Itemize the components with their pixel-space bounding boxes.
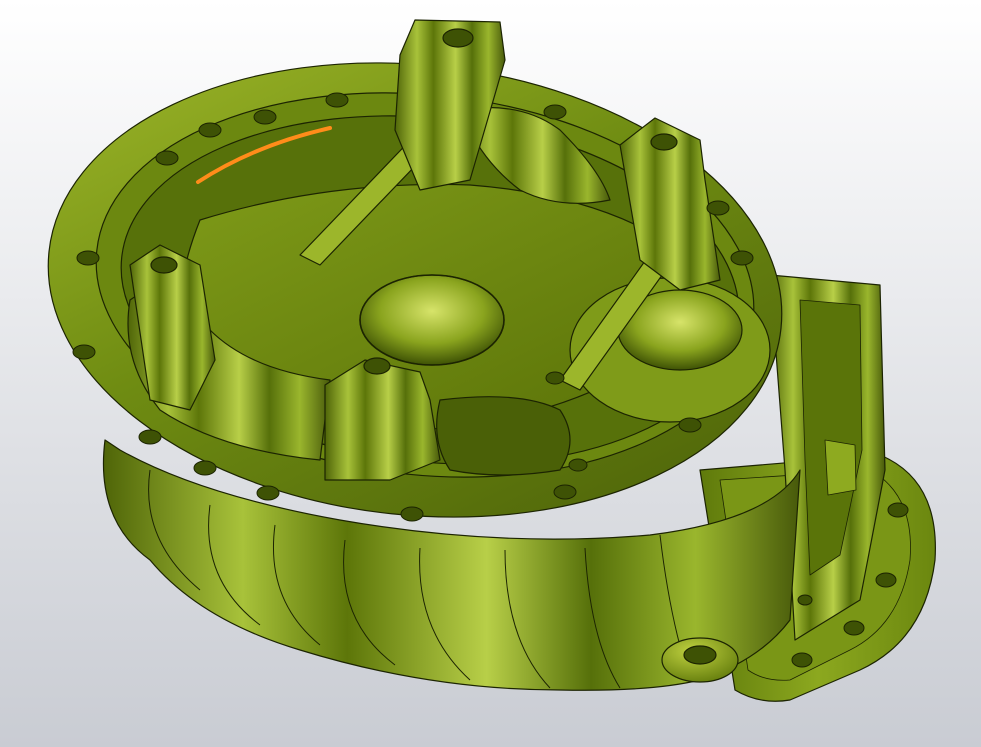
cad-graphics-viewport[interactable] <box>0 0 981 747</box>
bolt-hole[interactable] <box>706 200 730 216</box>
drain-boss-hole <box>683 645 717 665</box>
left-tower-hole <box>150 256 178 274</box>
top-tower-hole <box>442 28 474 48</box>
model-view-canvas[interactable] <box>0 0 981 747</box>
front-tower-boss[interactable] <box>324 359 441 481</box>
bolt-hole[interactable] <box>543 104 567 120</box>
bolt-hole[interactable] <box>400 506 424 522</box>
bolt-hole[interactable] <box>678 417 702 433</box>
bolt-hole[interactable] <box>198 122 222 138</box>
bolt-hole[interactable] <box>791 652 813 668</box>
bolt-hole[interactable] <box>72 344 96 360</box>
bolt-hole[interactable] <box>545 371 565 385</box>
bolt-hole[interactable] <box>553 484 577 500</box>
bolt-hole[interactable] <box>568 458 588 472</box>
bolt-hole[interactable] <box>797 594 813 606</box>
bolt-hole[interactable] <box>843 620 865 636</box>
bolt-hole[interactable] <box>325 92 349 108</box>
bolt-hole[interactable] <box>193 460 217 476</box>
bolt-hole[interactable] <box>730 250 754 266</box>
bolt-hole[interactable] <box>887 502 909 518</box>
bolt-hole[interactable] <box>253 109 277 125</box>
front-curved-pocket <box>436 396 571 476</box>
bracket-slot-feature <box>824 439 857 496</box>
bolt-hole[interactable] <box>256 485 280 501</box>
right-tower-hole <box>650 133 678 151</box>
front-tower-hole <box>363 357 391 375</box>
bolt-hole[interactable] <box>875 572 897 588</box>
bolt-hole[interactable] <box>76 250 100 266</box>
bolt-hole[interactable] <box>138 429 162 445</box>
bolt-hole[interactable] <box>155 150 179 166</box>
